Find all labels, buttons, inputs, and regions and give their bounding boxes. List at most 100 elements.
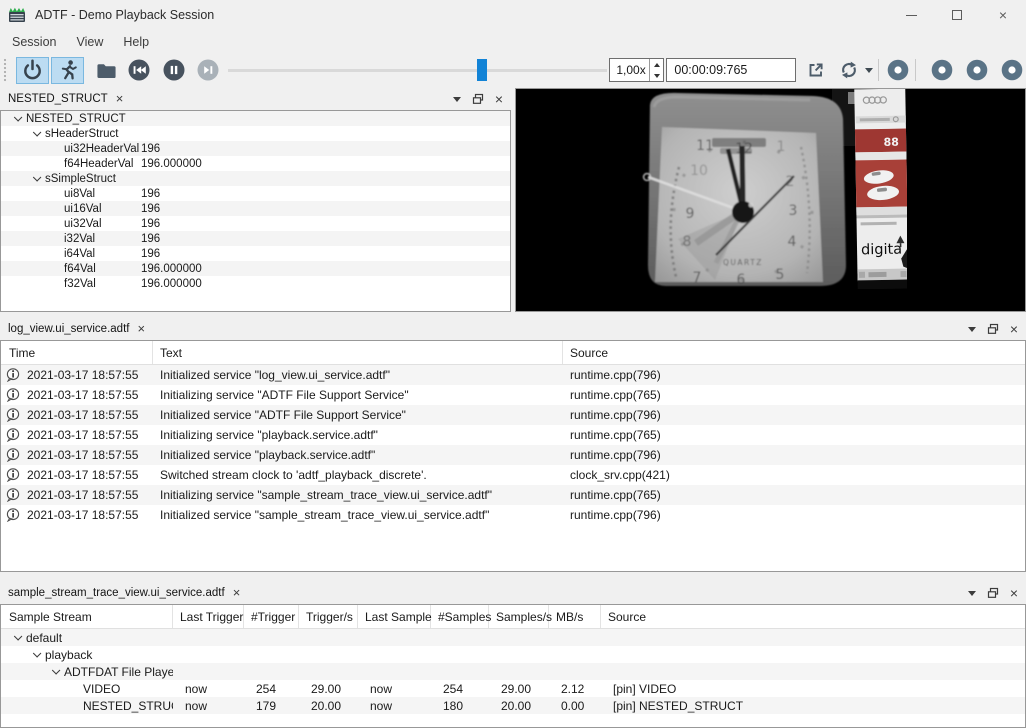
clock-numeral: 9 bbox=[686, 206, 695, 222]
column-header-num-trigger[interactable]: #Trigger bbox=[244, 605, 299, 628]
expander-chevron-icon[interactable] bbox=[29, 131, 45, 137]
marker-button-2[interactable] bbox=[927, 57, 956, 84]
log-row[interactable]: 2021-03-17 18:57:55 Initialized service … bbox=[1, 365, 1025, 385]
marker-button-4[interactable] bbox=[998, 57, 1026, 84]
column-header-last-sample[interactable]: Last Sample bbox=[358, 605, 431, 628]
marker-button-3[interactable] bbox=[963, 57, 992, 84]
menu-view[interactable]: View bbox=[73, 32, 106, 52]
tree-row[interactable]: ui32HeaderVal 196 bbox=[1, 141, 510, 156]
tree-row[interactable]: sSimpleStruct bbox=[1, 171, 510, 186]
tab-sample-stream-trace[interactable]: sample_stream_trace_view.ui_service.adtf bbox=[8, 587, 225, 599]
panel-close-icon[interactable]: × bbox=[1010, 323, 1018, 336]
tree-row[interactable]: f64Val 196.000000 bbox=[1, 261, 510, 276]
slider-handle[interactable] bbox=[477, 59, 487, 81]
panel-float-icon[interactable] bbox=[987, 587, 999, 599]
trace-row[interactable]: NESTED_STRUCT now 179 20.00 now 180 20.0… bbox=[1, 697, 1025, 714]
skip-to-start-button[interactable] bbox=[125, 57, 154, 84]
panel-menu-icon[interactable] bbox=[453, 97, 461, 102]
column-header-last-trigger[interactable]: Last Trigger bbox=[173, 605, 244, 628]
log-row[interactable]: 2021-03-17 18:57:55 Switched stream cloc… bbox=[1, 465, 1025, 485]
power-button[interactable] bbox=[16, 57, 49, 84]
open-file-button[interactable] bbox=[92, 57, 121, 84]
trace-row[interactable]: playback bbox=[1, 646, 1025, 663]
log-row[interactable]: 2021-03-17 18:57:55 Initializing service… bbox=[1, 385, 1025, 405]
panel-close-icon[interactable]: × bbox=[1010, 587, 1018, 600]
menu-session[interactable]: Session bbox=[9, 32, 59, 52]
marker-button-1[interactable] bbox=[884, 57, 913, 84]
log-time-cell: 2021-03-17 18:57:55 bbox=[1, 468, 153, 482]
tree-node: f64HeaderVal bbox=[1, 158, 141, 170]
trace-row[interactable]: default bbox=[1, 629, 1025, 646]
marker-icon bbox=[930, 58, 954, 82]
tab-nested-struct[interactable]: NESTED_STRUCT bbox=[8, 93, 108, 105]
run-button[interactable] bbox=[51, 57, 84, 84]
tree-row[interactable]: ui8Val 196 bbox=[1, 186, 510, 201]
tab-close-icon[interactable]: × bbox=[116, 93, 124, 105]
log-row[interactable]: 2021-03-17 18:57:55 Initializing service… bbox=[1, 485, 1025, 505]
expander-chevron-icon[interactable] bbox=[29, 652, 45, 658]
tree-row[interactable]: f32Val 196.000000 bbox=[1, 276, 510, 291]
column-header-sample-stream[interactable]: Sample Stream bbox=[1, 605, 173, 628]
trace-row[interactable]: VIDEO now 254 29.00 now 254 29.00 2.12 [… bbox=[1, 680, 1025, 697]
log-row[interactable]: 2021-03-17 18:57:55 Initializing service… bbox=[1, 425, 1025, 445]
expander-chevron-icon[interactable] bbox=[10, 635, 26, 641]
column-header-num-samples[interactable]: #Samples bbox=[431, 605, 489, 628]
speed-increase-button[interactable] bbox=[650, 59, 663, 70]
column-header-trigger-rate[interactable]: Trigger/s bbox=[299, 605, 358, 628]
tree-node-value: 196 bbox=[141, 218, 160, 230]
playback-position-slider[interactable] bbox=[228, 57, 607, 83]
tree-row[interactable]: NESTED_STRUCT bbox=[1, 111, 510, 126]
panel-menu-icon[interactable] bbox=[968, 591, 976, 596]
log-source: clock_srv.cpp(421) bbox=[563, 468, 1025, 482]
tab-close-icon[interactable]: × bbox=[233, 587, 241, 599]
column-header-time[interactable]: Time bbox=[1, 341, 153, 364]
panel-close-icon[interactable]: × bbox=[495, 93, 503, 106]
log-time: 2021-03-17 18:57:55 bbox=[27, 508, 138, 522]
maximize-button[interactable] bbox=[934, 0, 980, 30]
tree-node-value: 196 bbox=[141, 143, 160, 155]
column-header-text[interactable]: Text bbox=[153, 341, 563, 364]
panel-float-icon[interactable] bbox=[472, 93, 484, 105]
tree-row[interactable]: ui32Val 196 bbox=[1, 216, 510, 231]
tree-node-value: 196 bbox=[141, 233, 160, 245]
close-button[interactable]: × bbox=[980, 0, 1026, 30]
open-external-button[interactable] bbox=[802, 57, 831, 84]
video-panel: VIDEO × × bbox=[515, 88, 1026, 312]
minimize-button[interactable] bbox=[888, 0, 934, 30]
trigger-rate-value: 20.00 bbox=[299, 699, 358, 713]
toolbar-drag-handle[interactable] bbox=[3, 58, 8, 82]
playback-speed-spinbox[interactable]: 1,00x bbox=[609, 58, 664, 82]
tree-row[interactable]: sHeaderStruct bbox=[1, 126, 510, 141]
pause-button[interactable] bbox=[159, 57, 188, 84]
tree-row[interactable]: ui16Val 196 bbox=[1, 201, 510, 216]
skip-to-end-button[interactable] bbox=[194, 57, 223, 84]
column-header-sample-rate[interactable]: Samples/s bbox=[489, 605, 549, 628]
playback-time-field[interactable]: 00:00:09:765 bbox=[666, 58, 795, 82]
slider-track[interactable] bbox=[228, 69, 607, 72]
column-header-source[interactable]: Source bbox=[563, 341, 1025, 364]
tree-row[interactable]: i32Val 196 bbox=[1, 231, 510, 246]
menu-help[interactable]: Help bbox=[120, 32, 152, 52]
tab-close-icon[interactable]: × bbox=[137, 323, 145, 335]
trace-row[interactable]: ADTFDAT File Player bbox=[1, 663, 1025, 680]
column-header-source[interactable]: Source bbox=[601, 605, 1025, 628]
num-samples-value: 254 bbox=[431, 682, 489, 696]
tree-indent bbox=[1, 238, 48, 239]
speed-decrease-button[interactable] bbox=[650, 70, 663, 81]
log-row[interactable]: 2021-03-17 18:57:55 Initialized service … bbox=[1, 405, 1025, 425]
expander-chevron-icon[interactable] bbox=[48, 669, 64, 675]
loop-dropdown-arrow[interactable] bbox=[865, 68, 873, 73]
loop-button[interactable] bbox=[834, 57, 876, 84]
column-header-mbs[interactable]: MB/s bbox=[549, 605, 601, 628]
expander-chevron-icon[interactable] bbox=[29, 176, 45, 182]
tab-log-view[interactable]: log_view.ui_service.adtf bbox=[8, 323, 129, 335]
tree-row[interactable]: f64HeaderVal 196.000000 bbox=[1, 156, 510, 171]
log-row[interactable]: 2021-03-17 18:57:55 Initialized service … bbox=[1, 505, 1025, 525]
expander-chevron-icon[interactable] bbox=[10, 116, 26, 122]
tree-node: f64Val bbox=[1, 263, 141, 275]
window-controls: × bbox=[888, 0, 1026, 30]
panel-float-icon[interactable] bbox=[987, 323, 999, 335]
panel-menu-icon[interactable] bbox=[968, 327, 976, 332]
tree-row[interactable]: i64Val 196 bbox=[1, 246, 510, 261]
log-row[interactable]: 2021-03-17 18:57:55 Initialized service … bbox=[1, 445, 1025, 465]
